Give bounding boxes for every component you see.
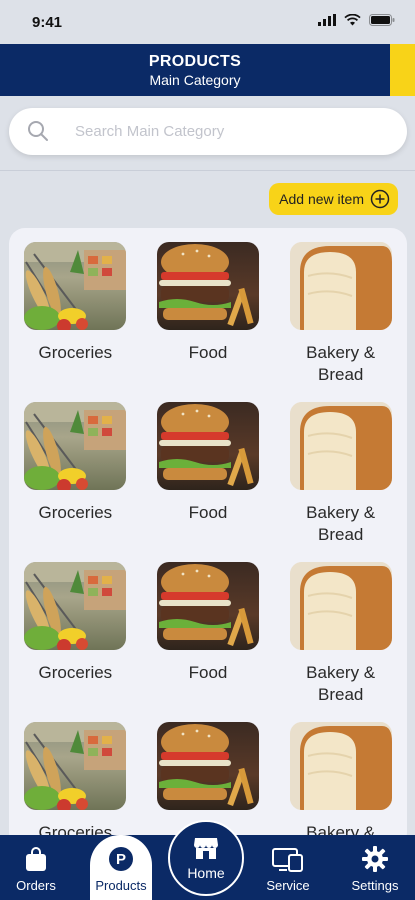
nav-settings[interactable]: Settings [340, 835, 410, 900]
category-label: Groceries [38, 503, 113, 522]
nav-service[interactable]: Service [252, 835, 324, 900]
signal-icon [318, 14, 336, 26]
food-image [157, 242, 259, 330]
groceries-image [24, 402, 127, 490]
nav-home[interactable]: Home [168, 820, 244, 896]
gear-icon [362, 846, 388, 872]
devices-icon [272, 848, 303, 872]
bag-icon [26, 847, 46, 871]
category-label: Bakery & Bread [306, 503, 376, 544]
category-card-bakery[interactable]: Bakery & Bread [274, 242, 407, 402]
food-image [157, 402, 259, 490]
nav-orders[interactable]: Orders [0, 835, 72, 900]
add-new-item-button[interactable]: Add new item [269, 183, 398, 215]
nav-products[interactable]: P Products [90, 835, 152, 900]
nav-home-label: Home [187, 864, 225, 881]
category-row: Groceries Food [9, 402, 407, 562]
category-row: Groceries Food [9, 242, 407, 402]
groceries-image [24, 242, 127, 330]
header-accent [390, 44, 415, 96]
bakery-image [289, 402, 392, 490]
page-title: PRODUCTS [148, 53, 242, 70]
category-card-food[interactable]: Food [142, 402, 275, 562]
category-label: Groceries [38, 343, 113, 362]
category-grid: Groceries Food Bakery & Bread Groceries … [9, 242, 407, 848]
category-card-food[interactable]: Food [142, 242, 275, 402]
product-p-icon: P [109, 847, 133, 871]
nav-orders-label: Orders [16, 878, 56, 893]
status-time: 9:41 [32, 14, 63, 31]
page-subtitle: Main Category [149, 72, 241, 88]
section-divider [0, 170, 415, 171]
category-card-groceries[interactable]: Groceries [9, 562, 142, 722]
category-label: Food [188, 343, 228, 362]
food-image [157, 562, 259, 650]
category-card-groceries[interactable]: Groceries [9, 722, 142, 848]
bakery-image [289, 562, 392, 650]
category-label: Bakery & Bread [306, 343, 376, 384]
category-label: Bakery & Bread [306, 663, 376, 704]
category-card-food[interactable]: Food [142, 562, 275, 722]
nav-service-label: Service [266, 878, 310, 893]
category-label: Groceries [38, 663, 113, 682]
battery-icon [369, 14, 395, 26]
nav-settings-label: Settings [351, 878, 399, 893]
category-panel: Groceries Food Bakery & Bread Groceries … [9, 228, 407, 848]
status-bar: 9:41 [0, 0, 415, 44]
search-bar[interactable] [9, 108, 407, 155]
wifi-icon [344, 14, 361, 26]
groceries-image [24, 722, 127, 810]
page-header: PRODUCTS Main Category [0, 44, 415, 96]
category-card-bakery[interactable]: Bakery & Bread [274, 402, 407, 562]
store-icon [194, 837, 218, 859]
add-new-item-label: Add new item [279, 191, 364, 207]
groceries-image [24, 562, 127, 650]
category-card-groceries[interactable]: Groceries [9, 402, 142, 562]
search-icon[interactable] [27, 120, 49, 142]
svg-text:P: P [116, 851, 126, 868]
category-card-bakery[interactable]: Bakery & Bread [274, 722, 407, 848]
status-icons [318, 14, 395, 26]
category-row: Groceries Food [9, 562, 407, 722]
category-label: Food [188, 663, 228, 682]
category-card-groceries[interactable]: Groceries [9, 242, 142, 402]
bakery-image [289, 722, 392, 810]
plus-circle-icon [370, 189, 390, 209]
category-card-bakery[interactable]: Bakery & Bread [274, 562, 407, 722]
search-input[interactable] [75, 118, 375, 144]
category-label: Food [188, 503, 228, 522]
nav-products-label: Products [95, 878, 147, 893]
food-image [157, 722, 259, 810]
bakery-image [289, 242, 392, 330]
